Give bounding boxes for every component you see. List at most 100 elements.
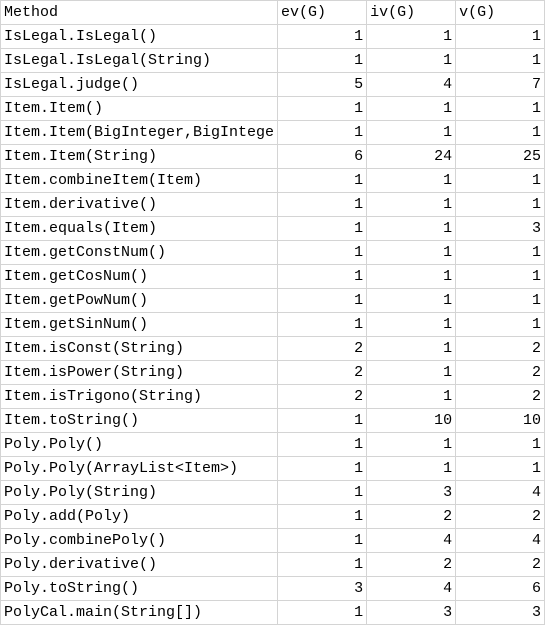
v-cell[interactable]: 1 <box>455 96 545 121</box>
ev-cell[interactable]: 1 <box>277 264 368 289</box>
ev-cell[interactable]: 1 <box>277 192 368 217</box>
v-cell[interactable]: 1 <box>455 240 545 265</box>
ev-cell[interactable]: 1 <box>277 216 368 241</box>
iv-cell[interactable]: 1 <box>366 96 457 121</box>
method-cell[interactable]: Item.getPowNum() <box>0 288 279 313</box>
header-v[interactable]: v(G) <box>455 0 545 25</box>
method-cell[interactable]: Item.isTrigono(String) <box>0 384 279 409</box>
method-cell[interactable]: Poly.Poly() <box>0 432 279 457</box>
iv-cell[interactable]: 4 <box>366 576 457 601</box>
ev-cell[interactable]: 1 <box>277 288 368 313</box>
ev-cell[interactable]: 3 <box>277 576 368 601</box>
v-cell[interactable]: 1 <box>455 48 545 73</box>
iv-cell[interactable]: 1 <box>366 384 457 409</box>
v-cell[interactable]: 1 <box>455 264 545 289</box>
header-ev[interactable]: ev(G) <box>277 0 368 25</box>
iv-cell[interactable]: 4 <box>366 528 457 553</box>
v-cell[interactable]: 25 <box>455 144 545 169</box>
method-cell[interactable]: Item.combineItem(Item) <box>0 168 279 193</box>
ev-cell[interactable]: 1 <box>277 456 368 481</box>
iv-cell[interactable]: 4 <box>366 72 457 97</box>
ev-cell[interactable]: 1 <box>277 120 368 145</box>
v-cell[interactable]: 1 <box>455 456 545 481</box>
iv-cell[interactable]: 1 <box>366 216 457 241</box>
v-cell[interactable]: 6 <box>455 576 545 601</box>
iv-cell[interactable]: 1 <box>366 456 457 481</box>
method-cell[interactable]: IsLegal.IsLegal(String) <box>0 48 279 73</box>
method-cell[interactable]: PolyCal.main(String[]) <box>0 600 279 625</box>
method-cell[interactable]: Item.isPower(String) <box>0 360 279 385</box>
ev-cell[interactable]: 1 <box>277 24 368 49</box>
iv-cell[interactable]: 1 <box>366 360 457 385</box>
ev-cell[interactable]: 1 <box>277 48 368 73</box>
method-cell[interactable]: Item.equals(Item) <box>0 216 279 241</box>
iv-cell[interactable]: 2 <box>366 552 457 577</box>
method-cell[interactable]: Item.getCosNum() <box>0 264 279 289</box>
ev-cell[interactable]: 1 <box>277 96 368 121</box>
iv-cell[interactable]: 3 <box>366 480 457 505</box>
ev-cell[interactable]: 1 <box>277 168 368 193</box>
ev-cell[interactable]: 2 <box>277 336 368 361</box>
method-cell[interactable]: Poly.Poly(ArrayList<Item>) <box>0 456 279 481</box>
iv-cell[interactable]: 24 <box>366 144 457 169</box>
v-cell[interactable]: 2 <box>455 552 545 577</box>
method-cell[interactable]: IsLegal.judge() <box>0 72 279 97</box>
v-cell[interactable]: 1 <box>455 168 545 193</box>
iv-cell[interactable]: 1 <box>366 120 457 145</box>
v-cell[interactable]: 10 <box>455 408 545 433</box>
iv-cell[interactable]: 1 <box>366 312 457 337</box>
ev-cell[interactable]: 1 <box>277 504 368 529</box>
v-cell[interactable]: 1 <box>455 24 545 49</box>
v-cell[interactable]: 1 <box>455 288 545 313</box>
method-cell[interactable]: Item.toString() <box>0 408 279 433</box>
method-cell[interactable]: Poly.toString() <box>0 576 279 601</box>
method-cell[interactable]: Item.Item(String) <box>0 144 279 169</box>
iv-cell[interactable]: 2 <box>366 504 457 529</box>
method-cell[interactable]: Item.isConst(String) <box>0 336 279 361</box>
v-cell[interactable]: 1 <box>455 432 545 457</box>
v-cell[interactable]: 2 <box>455 384 545 409</box>
iv-cell[interactable]: 1 <box>366 168 457 193</box>
ev-cell[interactable]: 6 <box>277 144 368 169</box>
v-cell[interactable]: 3 <box>455 600 545 625</box>
method-cell[interactable]: Item.getConstNum() <box>0 240 279 265</box>
ev-cell[interactable]: 1 <box>277 528 368 553</box>
ev-cell[interactable]: 2 <box>277 384 368 409</box>
header-method[interactable]: Method <box>0 0 279 25</box>
method-cell[interactable]: Item.Item(BigInteger,BigIntege <box>0 120 279 145</box>
ev-cell[interactable]: 2 <box>277 360 368 385</box>
v-cell[interactable]: 1 <box>455 192 545 217</box>
ev-cell[interactable]: 1 <box>277 240 368 265</box>
iv-cell[interactable]: 10 <box>366 408 457 433</box>
header-iv[interactable]: iv(G) <box>366 0 457 25</box>
iv-cell[interactable]: 1 <box>366 336 457 361</box>
method-cell[interactable]: Poly.derivative() <box>0 552 279 577</box>
iv-cell[interactable]: 1 <box>366 264 457 289</box>
ev-cell[interactable]: 1 <box>277 408 368 433</box>
iv-cell[interactable]: 1 <box>366 192 457 217</box>
ev-cell[interactable]: 1 <box>277 552 368 577</box>
iv-cell[interactable]: 1 <box>366 288 457 313</box>
ev-cell[interactable]: 1 <box>277 312 368 337</box>
ev-cell[interactable]: 1 <box>277 600 368 625</box>
v-cell[interactable]: 1 <box>455 120 545 145</box>
method-cell[interactable]: Item.getSinNum() <box>0 312 279 337</box>
method-cell[interactable]: IsLegal.IsLegal() <box>0 24 279 49</box>
method-cell[interactable]: Item.Item() <box>0 96 279 121</box>
iv-cell[interactable]: 1 <box>366 240 457 265</box>
iv-cell[interactable]: 1 <box>366 24 457 49</box>
method-cell[interactable]: Item.derivative() <box>0 192 279 217</box>
ev-cell[interactable]: 1 <box>277 480 368 505</box>
v-cell[interactable]: 3 <box>455 216 545 241</box>
v-cell[interactable]: 7 <box>455 72 545 97</box>
method-cell[interactable]: Poly.add(Poly) <box>0 504 279 529</box>
method-cell[interactable]: Poly.combinePoly() <box>0 528 279 553</box>
method-cell[interactable]: Poly.Poly(String) <box>0 480 279 505</box>
iv-cell[interactable]: 3 <box>366 600 457 625</box>
v-cell[interactable]: 2 <box>455 504 545 529</box>
v-cell[interactable]: 4 <box>455 528 545 553</box>
iv-cell[interactable]: 1 <box>366 432 457 457</box>
v-cell[interactable]: 2 <box>455 360 545 385</box>
ev-cell[interactable]: 5 <box>277 72 368 97</box>
v-cell[interactable]: 4 <box>455 480 545 505</box>
